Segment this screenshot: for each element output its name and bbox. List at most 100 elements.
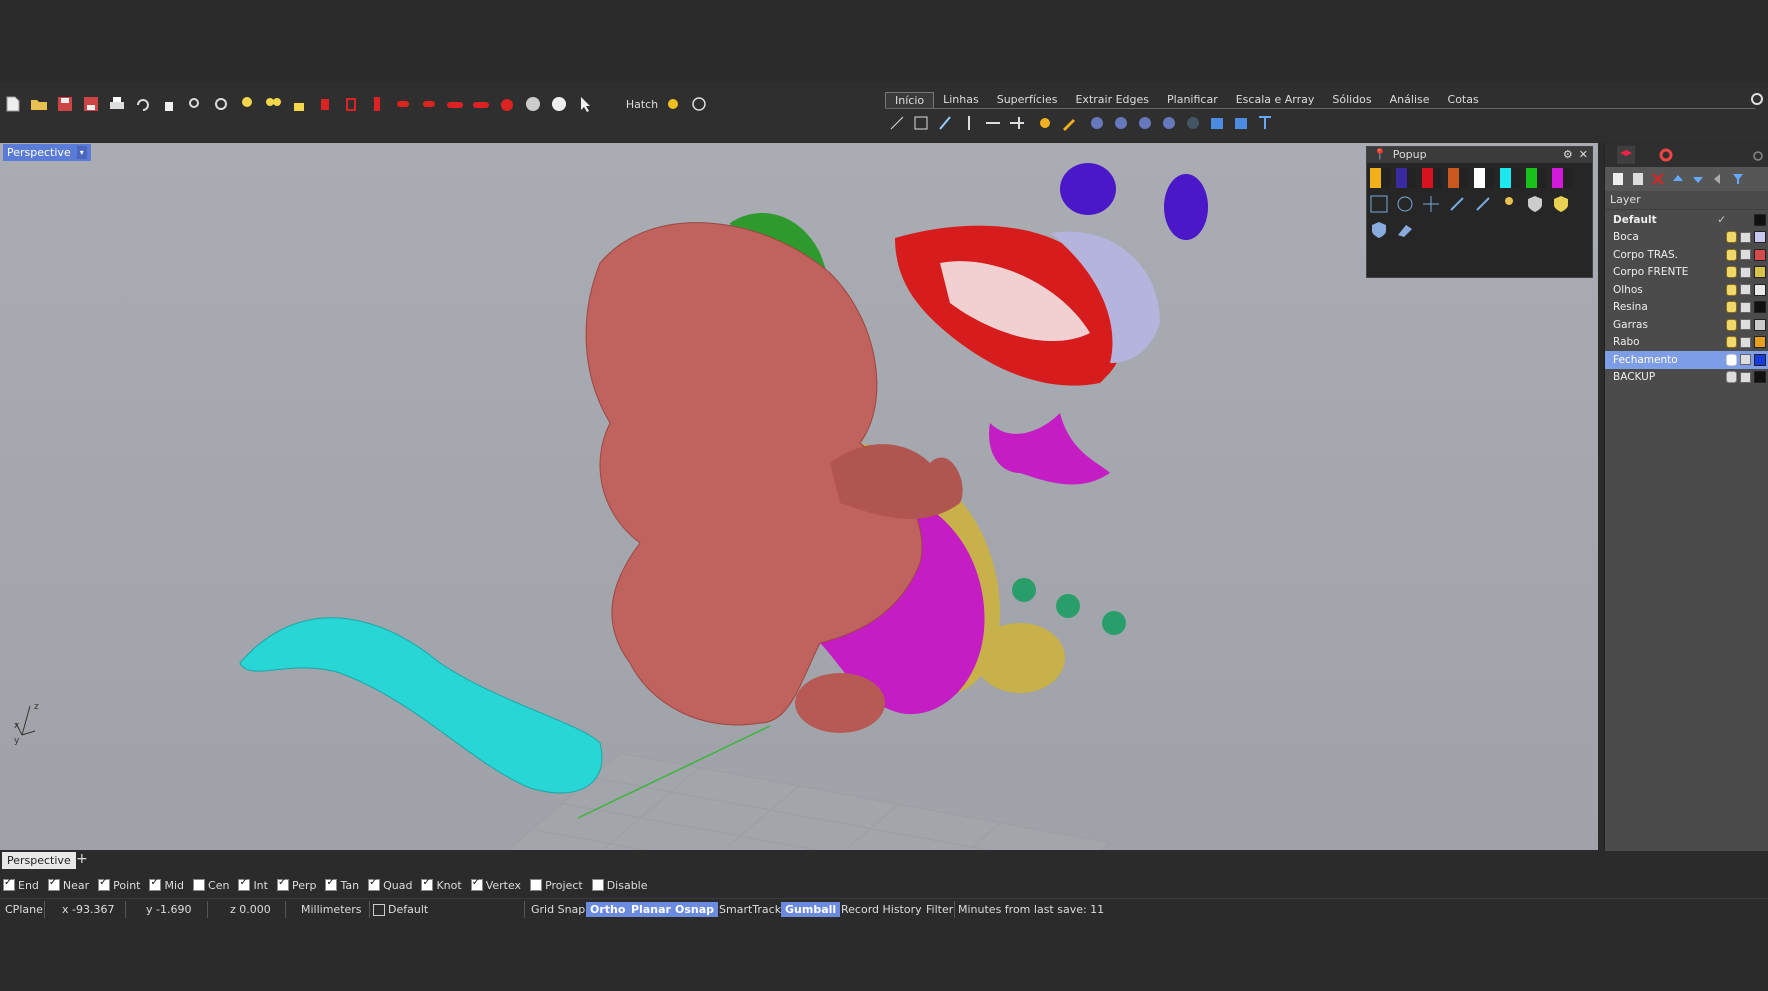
gumball-icon[interactable] — [1422, 195, 1440, 213]
osnap-end[interactable]: End — [3, 877, 39, 892]
bulb-icon[interactable] — [1726, 266, 1737, 279]
units-label[interactable]: Millimeters — [301, 902, 362, 917]
popup-header[interactable]: 📍 Popup ⚙ ✕ — [1367, 147, 1592, 163]
checkbox[interactable] — [530, 879, 543, 891]
osnap-mid[interactable]: Mid — [149, 877, 184, 892]
layer-color[interactable] — [1754, 248, 1766, 261]
swatch-4[interactable] — [1448, 168, 1468, 188]
lock-icon[interactable] — [1740, 319, 1751, 331]
checkbox[interactable] — [193, 879, 206, 891]
undo-icon[interactable] — [134, 95, 152, 113]
filter-button[interactable]: Filter — [922, 902, 957, 917]
checkbox[interactable] — [591, 879, 604, 891]
osnap-tan[interactable]: Tan — [325, 877, 359, 892]
checkbox[interactable] — [238, 877, 251, 891]
new-sublayer-icon[interactable] — [1629, 170, 1647, 188]
select-red-icon[interactable] — [342, 95, 360, 113]
layer-row-rabo[interactable]: Rabo — [1605, 334, 1768, 352]
viewport-title[interactable]: Perspective ▾ — [3, 144, 91, 161]
tab-analise[interactable]: Análise — [1381, 92, 1439, 108]
line-icon[interactable] — [936, 114, 954, 132]
pill-red-2-icon[interactable] — [420, 95, 438, 113]
move-left-icon[interactable] — [1709, 170, 1727, 188]
points-grid-icon[interactable] — [912, 114, 930, 132]
settings-gear-icon[interactable] — [1748, 90, 1766, 108]
zoom-extents-icon[interactable] — [212, 95, 230, 113]
print-icon[interactable] — [108, 95, 126, 113]
lock-icon[interactable] — [1740, 266, 1751, 278]
render-sphere-2-icon[interactable] — [550, 95, 568, 113]
checkbox[interactable] — [3, 877, 15, 891]
model-scene[interactable]: z x y — [0, 143, 1598, 850]
save-as-icon[interactable] — [82, 95, 100, 113]
bulb-icon[interactable] — [1726, 371, 1737, 384]
bulb-icon[interactable] — [1726, 301, 1737, 314]
layer-row-olhos[interactable]: Olhos — [1605, 281, 1768, 299]
pencil-icon[interactable] — [1060, 114, 1078, 132]
box-2-icon[interactable] — [1232, 114, 1250, 132]
trim-icon[interactable] — [1008, 114, 1026, 132]
osnap-disable[interactable]: Disable — [591, 879, 648, 892]
lock-icon[interactable] — [1740, 284, 1751, 296]
boolean-split-icon[interactable] — [1136, 114, 1154, 132]
panel-gear-icon[interactable] — [1749, 147, 1767, 165]
render-sphere-icon[interactable] — [524, 95, 542, 113]
bulb-icon[interactable] — [1726, 353, 1737, 366]
record-history-toggle[interactable]: Record History — [837, 902, 926, 917]
move-down-icon[interactable] — [1689, 170, 1707, 188]
swatch-3[interactable] — [1422, 168, 1442, 188]
open-folder-icon[interactable] — [30, 95, 48, 113]
grid-snap-toggle[interactable]: Grid Snap — [527, 902, 589, 917]
box-icon[interactable] — [1208, 114, 1226, 132]
swatch-2[interactable] — [1396, 168, 1416, 188]
move-up-icon[interactable] — [1669, 170, 1687, 188]
column-red-icon[interactable] — [368, 95, 386, 113]
checkbox[interactable] — [325, 877, 338, 891]
lock-icon[interactable] — [1740, 336, 1751, 348]
globe-icon[interactable] — [690, 95, 708, 113]
eye-right-model[interactable] — [1164, 174, 1208, 240]
foot-yellow-model[interactable] — [975, 623, 1065, 693]
bulb-icon[interactable] — [1726, 336, 1737, 349]
claw-green-1[interactable] — [1012, 578, 1036, 602]
swatch-5[interactable] — [1474, 168, 1494, 188]
lock-icon[interactable] — [1740, 249, 1751, 261]
shell-icon[interactable] — [1184, 114, 1202, 132]
checkbox[interactable] — [98, 877, 111, 891]
claw-green-3[interactable] — [1102, 611, 1126, 635]
swatch-8[interactable] — [1552, 168, 1572, 188]
shield-yellow-icon[interactable] — [1552, 195, 1570, 213]
bulb-icon[interactable] — [1726, 248, 1737, 261]
pill-red-icon[interactable] — [394, 95, 412, 113]
layer-row-resina[interactable]: Resina — [1605, 299, 1768, 317]
explode-icon[interactable] — [1036, 114, 1054, 132]
bulb-icon[interactable] — [1726, 231, 1737, 244]
osnap-cen[interactable]: Cen — [193, 879, 229, 892]
osnap-int[interactable]: Int — [238, 877, 268, 892]
person-icon[interactable] — [1500, 195, 1518, 213]
layer-color[interactable] — [1754, 231, 1766, 244]
osnap-point[interactable]: Point — [98, 877, 140, 892]
layer-color[interactable] — [1754, 213, 1766, 226]
delete-layer-icon[interactable] — [1649, 170, 1667, 188]
smarttrack-toggle[interactable]: SmartTrack — [715, 902, 785, 917]
text-tool-icon[interactable] — [1256, 114, 1274, 132]
hatch-button[interactable]: Hatch — [622, 95, 662, 113]
gumball-toggle[interactable]: Gumball — [781, 902, 841, 917]
light-bulb-icon[interactable] — [238, 95, 256, 113]
boolean-union-icon[interactable] — [1088, 114, 1106, 132]
layer-row-garras[interactable]: Garras — [1605, 316, 1768, 334]
popup-gear-icon[interactable]: ⚙ — [1563, 147, 1573, 163]
osnap-project[interactable]: Project — [530, 879, 583, 892]
blob-red-icon[interactable] — [498, 95, 516, 113]
osnap-perp[interactable]: Perp — [276, 877, 316, 892]
tab-linhas[interactable]: Linhas — [934, 92, 988, 108]
checkbox[interactable] — [276, 877, 289, 891]
layer-row-fechamento[interactable]: Fechamento — [1605, 351, 1768, 369]
checkbox[interactable] — [470, 877, 483, 891]
tab-extrair-edges[interactable]: Extrair Edges — [1066, 92, 1158, 108]
tab-solidos[interactable]: Sólidos — [1323, 92, 1380, 108]
planar-toggle[interactable]: Planar — [627, 902, 675, 917]
eye-left-model[interactable] — [1060, 163, 1116, 215]
point-command-icon[interactable] — [888, 114, 906, 132]
